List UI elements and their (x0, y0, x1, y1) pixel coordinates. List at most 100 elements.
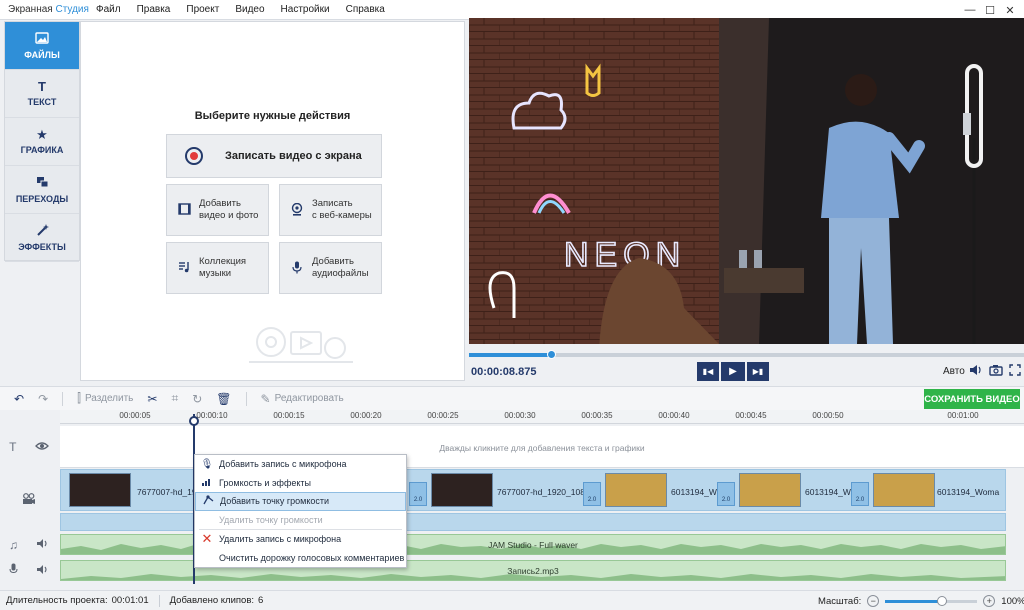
left-nav: ФАЙЛЫ T ТЕКСТ ★ ГРАФИКА ПЕРЕХОДЫ ЭФФЕКТЫ (4, 21, 80, 262)
track-volume-icon[interactable] (36, 564, 49, 578)
clip-thumbnail (605, 473, 667, 507)
ctx-delete-mic-recording[interactable]: ✕ Удалить запись с микрофона (195, 530, 406, 549)
mic-add-icon: 🎙 (200, 458, 214, 470)
ruler-tick: 00:00:05 (119, 411, 151, 420)
text-track-hint: Дважды кликните для добавления текста и … (439, 443, 645, 453)
nav-effects-label: ЭФФЕКТЫ (18, 241, 66, 252)
camera-snapshot-icon[interactable] (989, 364, 1003, 379)
webcam-icon (290, 202, 304, 218)
zoom-in-icon[interactable]: + (983, 595, 996, 607)
menu-file[interactable]: Файл (88, 4, 129, 15)
transition-marker[interactable]: 2.0 (851, 482, 869, 506)
music-collection-button[interactable]: Коллекция музыки (166, 242, 269, 294)
undo-icon[interactable]: ↶ (14, 392, 24, 406)
ctx-add-volume-point[interactable]: Добавить точку громкости (195, 492, 406, 511)
music-collection-label: Коллекция музыки (199, 256, 247, 279)
text-track-icon: T (9, 440, 17, 454)
seek-handle[interactable] (546, 350, 556, 359)
nav-graphics-label: ГРАФИКА (20, 145, 64, 155)
rotate-icon[interactable]: ↻ (192, 392, 202, 406)
clip-thumbnail (69, 473, 131, 507)
ctx-clear-voice-track[interactable]: Очистить дорожку голосовых комментариев (195, 549, 406, 568)
split-label: Разделить (84, 393, 134, 404)
clip-label: 6013194_Woma (937, 487, 1000, 497)
clip-label: 7677007-hd_1920_1080 (497, 487, 590, 497)
crop-icon[interactable]: ⌗ (171, 391, 178, 406)
transition-marker[interactable]: 2.0 (717, 482, 735, 506)
menu-video[interactable]: Видео (227, 4, 272, 15)
ctx-label: Очистить дорожку голосовых комментариев (219, 552, 405, 563)
seek-bar[interactable] (469, 350, 1024, 359)
toolbar-divider (245, 391, 247, 406)
add-audio-button[interactable]: Добавить аудиофайлы (279, 242, 382, 294)
image-icon (35, 31, 49, 46)
split-button[interactable]: ⫿ Разделить (77, 391, 133, 406)
seek-progress (469, 353, 551, 357)
ctx-volume-effects[interactable]: Громкость и эффекты (195, 474, 406, 493)
edit-button[interactable]: ✎ Редактировать (261, 392, 344, 406)
clip-label: 6013194_W (805, 487, 851, 497)
transition-marker[interactable]: 2.0 (583, 482, 601, 506)
nav-transitions[interactable]: ПЕРЕХОДЫ (5, 166, 79, 214)
ruler-tick: 00:00:15 (273, 411, 305, 420)
play-icon[interactable]: ▶ (721, 362, 745, 381)
menu-edit[interactable]: Правка (129, 4, 179, 15)
skip-back-icon[interactable]: ▮◀ (697, 362, 719, 381)
record-screen-button[interactable]: Записать видео с экрана (166, 134, 382, 178)
zoom-out-icon[interactable]: − (867, 595, 880, 607)
fullscreen-icon[interactable] (1009, 364, 1021, 379)
pencil-icon: ✎ (260, 391, 271, 406)
ctx-add-mic-recording[interactable]: 🎙 Добавить запись с микрофона (195, 455, 406, 474)
close-icon[interactable]: ✕ (1000, 0, 1020, 20)
duration-label: Длительность проекта: (6, 595, 108, 606)
menu-help[interactable]: Справка (338, 4, 393, 15)
ruler-tick: 00:00:30 (504, 411, 536, 420)
skip-forward-icon[interactable]: ▶▮ (747, 362, 769, 381)
playhead-handle[interactable] (189, 416, 199, 426)
panel-title: Выберите нужные действия (194, 110, 351, 122)
window-controls: — ☐ ✕ (960, 0, 1020, 20)
volume-bars-icon (195, 477, 219, 489)
record-webcam-button[interactable]: Записать с веб-камеры (279, 184, 382, 236)
eye-icon[interactable] (34, 440, 49, 454)
nav-files-label: ФАЙЛЫ (24, 49, 60, 60)
trash-icon[interactable]: 🗑 (216, 392, 231, 406)
transport-controls: ▮◀ ▶ ▶▮ (697, 362, 769, 381)
menu-bar: Файл Правка Проект Видео Настройки Справ… (88, 4, 393, 15)
minimize-icon[interactable]: — (960, 0, 980, 20)
zoom-slider[interactable] (885, 595, 978, 606)
timeline-ruler[interactable]: 00:00:05 00:00:10 00:00:15 00:00:20 00:0… (60, 410, 1024, 424)
text-track-header: T (0, 426, 58, 468)
volume-icon[interactable] (969, 364, 983, 379)
current-timecode: 00:00:08.875 (471, 366, 537, 378)
maximize-icon[interactable]: ☐ (980, 0, 1000, 20)
ctx-remove-volume-point: Удалить точку громкости (195, 511, 406, 530)
nav-text[interactable]: T ТЕКСТ (5, 70, 79, 118)
ruler-tick: 00:00:35 (581, 411, 613, 420)
ruler-tick: 00:00:25 (427, 411, 459, 420)
save-video-button[interactable]: СОХРАНИТЬ ВИДЕО (924, 389, 1020, 409)
track-volume-icon[interactable] (36, 538, 49, 552)
nav-graphics[interactable]: ★ ГРАФИКА (5, 118, 79, 166)
star-icon: ★ (36, 127, 48, 142)
ruler-tick: 00:00:20 (350, 411, 382, 420)
zoom-fill (885, 599, 943, 603)
ruler-tick: 00:01:00 (947, 411, 979, 420)
scissors-icon[interactable]: ✂ (147, 392, 157, 406)
nav-files[interactable]: ФАЙЛЫ (5, 22, 79, 70)
add-video-label: Добавить видео и фото (199, 198, 259, 221)
redo-icon[interactable]: ↷ (38, 392, 48, 406)
record-icon (185, 147, 203, 165)
quality-auto-label[interactable]: Авто (943, 366, 965, 377)
status-bar: Длительность проекта: 00:01:01 Добавлено… (0, 590, 1024, 610)
ruler-tick: 00:00:45 (735, 411, 767, 420)
menu-project[interactable]: Проект (178, 4, 227, 15)
zoom-handle[interactable] (937, 595, 948, 606)
transition-marker[interactable]: 2.0 (409, 482, 427, 506)
video-preview[interactable]: NEON (469, 18, 1024, 344)
ctx-label: Удалить запись с микрофона (219, 534, 342, 545)
title-bar: Экранная Студия Файл Правка Проект Видео… (0, 0, 1024, 20)
add-video-button[interactable]: Добавить видео и фото (166, 184, 269, 236)
nav-effects[interactable]: ЭФФЕКТЫ (5, 214, 79, 262)
menu-settings[interactable]: Настройки (273, 4, 338, 15)
